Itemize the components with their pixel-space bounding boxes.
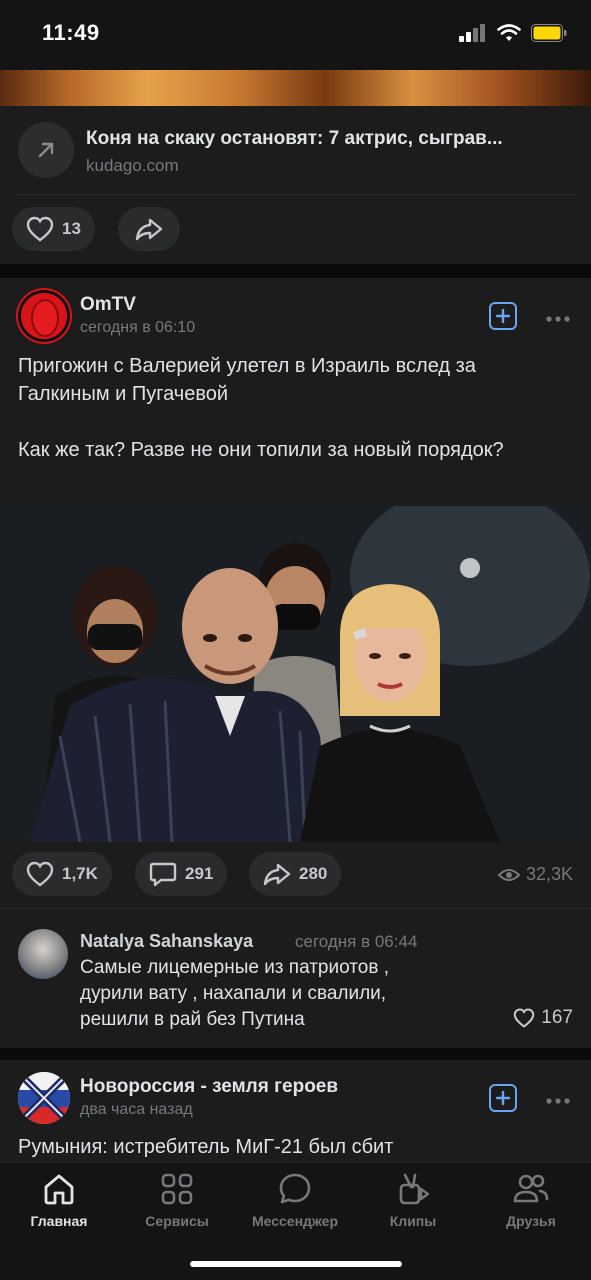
like-count: 13 [62, 219, 81, 238]
post-text-paragraph: Пригожин с Валерией улетел в Израиль всл… [18, 355, 476, 405]
home-indicator[interactable] [190, 1261, 402, 1267]
comment-like-button[interactable]: 167 [513, 1007, 573, 1029]
views-counter: 32,3K [497, 864, 573, 885]
more-options-button[interactable] [546, 306, 570, 329]
share-button[interactable] [118, 207, 180, 251]
home-icon [44, 1174, 74, 1205]
post-time: сегодня в 06:10 [80, 319, 196, 336]
status-time: 11:49 [42, 20, 100, 45]
tab-services[interactable]: Сервисы [118, 1171, 236, 1229]
clips-icon [399, 1173, 430, 1205]
link-arrow-icon [18, 122, 74, 178]
like-button[interactable]: 1,7K [12, 852, 112, 896]
more-options-button[interactable] [546, 1088, 570, 1111]
messenger-icon [279, 1173, 311, 1204]
photo-illustration [0, 506, 591, 842]
share-icon [135, 218, 163, 241]
tab-label: Клипы [389, 1213, 437, 1229]
heart-icon [26, 216, 54, 242]
post-card: OmTV сегодня в 06:10 Пригожин с Валерией… [0, 278, 591, 908]
share-count: 280 [299, 864, 328, 883]
tab-label: Главная [30, 1213, 88, 1229]
battery-icon [531, 24, 567, 42]
tab-clips[interactable]: Клипы [354, 1171, 472, 1229]
services-icon [161, 1173, 193, 1205]
like-count: 1,7K [62, 864, 98, 883]
next-post-card: Новороссия - земля героев два часа назад… [0, 1060, 591, 1170]
subscribe-button[interactable] [489, 1084, 517, 1112]
avatar[interactable] [18, 290, 70, 342]
avatar[interactable] [18, 1072, 70, 1124]
comment-icon [149, 862, 177, 887]
tab-messenger[interactable]: Мессенджер [236, 1171, 354, 1229]
comment-button[interactable]: 291 [135, 852, 228, 896]
more-icon [546, 316, 570, 322]
heart-icon [514, 1008, 535, 1028]
link-title: Коня на скаку остановят: 7 актрис, сыгра… [86, 128, 503, 149]
tab-label: Сервисы [145, 1213, 209, 1229]
post-author[interactable]: Новороссия - земля героев [80, 1076, 338, 1098]
plus-icon [495, 308, 511, 324]
comment-like-count: 167 [541, 1007, 573, 1028]
divider [12, 194, 579, 195]
signal-icon [459, 24, 485, 42]
friends-icon [513, 1174, 549, 1203]
commenter-name[interactable]: Natalya Sahanskaya [80, 931, 253, 952]
tab-friends[interactable]: Друзья [472, 1171, 590, 1229]
previous-post-card: Коня на скаку остановят: 7 актрис, сыгра… [0, 106, 591, 264]
link-attachment[interactable]: Коня на скаку остановят: 7 актрис, сыгра… [18, 122, 573, 184]
more-icon [546, 1098, 570, 1104]
previous-post-image[interactable] [0, 70, 591, 106]
subscribe-button[interactable] [489, 302, 517, 330]
comment-text: Самые лицемерные из патриотов , дурили в… [80, 957, 389, 1030]
views-count: 32,3K [525, 864, 573, 884]
post-author[interactable]: OmTV [80, 294, 136, 316]
tab-label: Мессенджер [251, 1213, 339, 1229]
post-text: Румыния: истребитель МиГ-21 был сбит [18, 1136, 394, 1158]
tab-label: Друзья [506, 1213, 556, 1229]
post-time: два часа назад [80, 1101, 193, 1118]
heart-icon [26, 861, 54, 887]
share-icon [263, 863, 291, 886]
eye-icon [497, 868, 520, 881]
commenter-avatar[interactable] [18, 929, 68, 979]
comment-count: 291 [185, 864, 214, 883]
post-text: Пригожин с Валерией улетел в Израиль всл… [18, 352, 573, 492]
top-comment[interactable]: Natalya Sahanskaya сегодня в 06:44 Самые… [0, 908, 591, 1048]
plus-icon [495, 1090, 511, 1106]
status-bar: 11:49 [0, 0, 591, 70]
post-photo[interactable] [0, 506, 591, 842]
link-domain: kudago.com [86, 156, 179, 175]
wifi-icon [497, 24, 521, 41]
like-button[interactable]: 13 [12, 207, 95, 251]
tab-home[interactable]: Главная [0, 1171, 118, 1229]
share-button[interactable]: 280 [249, 852, 342, 896]
comment-time: сегодня в 06:44 [295, 932, 418, 951]
status-icons [459, 24, 567, 42]
post-text-paragraph: Как же так? Разве не они топили за новый… [18, 439, 504, 461]
